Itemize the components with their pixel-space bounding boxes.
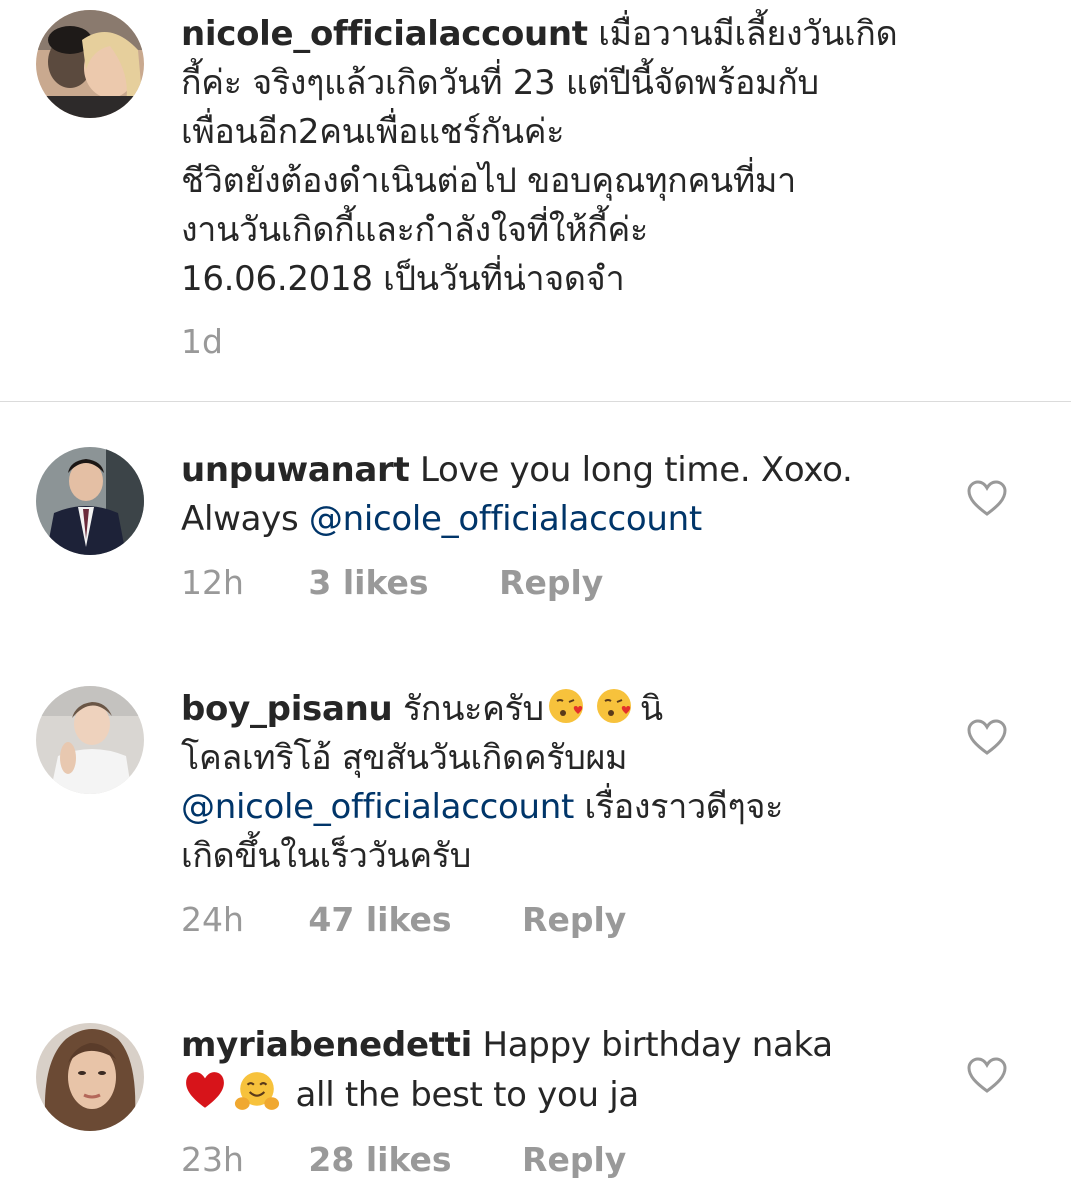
- likes-count[interactable]: 28 likes: [308, 1140, 451, 1179]
- comment-meta: 12h 3 likes Reply: [181, 563, 603, 602]
- heart-outline-icon[interactable]: [966, 1056, 1008, 1094]
- red-heart-emoji: [186, 1072, 224, 1108]
- comment-time: 24h: [181, 900, 244, 939]
- avatar[interactable]: [36, 1023, 144, 1131]
- divider: [0, 401, 1071, 402]
- heart-outline-icon[interactable]: [966, 479, 1008, 517]
- comment-body: Happy birthday naka: [471, 1025, 833, 1065]
- comment-username[interactable]: unpuwanart: [181, 450, 410, 490]
- comment-body-cont: all the best to you ja: [285, 1075, 640, 1115]
- avatar[interactable]: [36, 10, 144, 118]
- comment-username[interactable]: boy_pisanu: [181, 689, 393, 729]
- comment-time: 23h: [181, 1140, 244, 1179]
- mention-link[interactable]: @nicole_officialaccount: [309, 499, 702, 539]
- avatar-photo-nicole: [36, 10, 144, 118]
- caption-meta: 1d: [181, 322, 223, 361]
- avatar-photo-unpuwanart: [36, 447, 144, 555]
- reply-button[interactable]: Reply: [499, 563, 603, 602]
- reply-button[interactable]: Reply: [522, 900, 626, 939]
- caption-text: nicole_officialaccount เมื่อวานมีเลี้ยงว…: [181, 10, 898, 304]
- comment-text: unpuwanart Love you long time. Xoxo. Alw…: [181, 446, 853, 544]
- comment-meta: 23h 28 likes Reply: [181, 1140, 626, 1179]
- comment-text: myriabenedetti Happy birthday naka all t…: [181, 1021, 833, 1120]
- caption-time: 1d: [181, 322, 223, 361]
- likes-count[interactable]: 3 likes: [308, 563, 428, 602]
- avatar[interactable]: [36, 686, 144, 794]
- face-blowing-kiss-emoji: [596, 689, 631, 723]
- caption-text-line1: เมื่อวานมีเลี้ยงวันเกิด: [587, 14, 898, 54]
- comment-text: boy_pisanu รักนะครับ นิ โคลเทริโอ้ สุขสัน…: [181, 685, 783, 881]
- mention-link[interactable]: @nicole_officialaccount: [181, 787, 574, 827]
- reply-button[interactable]: Reply: [522, 1140, 626, 1179]
- comment-time: 12h: [181, 563, 244, 602]
- avatar-photo-myriabenedetti: [36, 1023, 144, 1131]
- hugging-face-emoji: [234, 1072, 280, 1110]
- face-blowing-kiss-emoji: [548, 689, 583, 723]
- caption-username[interactable]: nicole_officialaccount: [181, 14, 588, 54]
- avatar[interactable]: [36, 447, 144, 555]
- likes-count[interactable]: 47 likes: [308, 900, 451, 939]
- comment-meta: 24h 47 likes Reply: [181, 900, 626, 939]
- caption-text-rest: กี้ค่ะ จริงๆแล้วเกิดวันที่ 23 แต่ปีนี้จั…: [181, 63, 819, 299]
- comment-body: รักนะครับ: [392, 689, 544, 729]
- heart-outline-icon[interactable]: [966, 718, 1008, 756]
- comment-username[interactable]: myriabenedetti: [181, 1025, 472, 1065]
- avatar-photo-boy-pisanu: [36, 686, 144, 794]
